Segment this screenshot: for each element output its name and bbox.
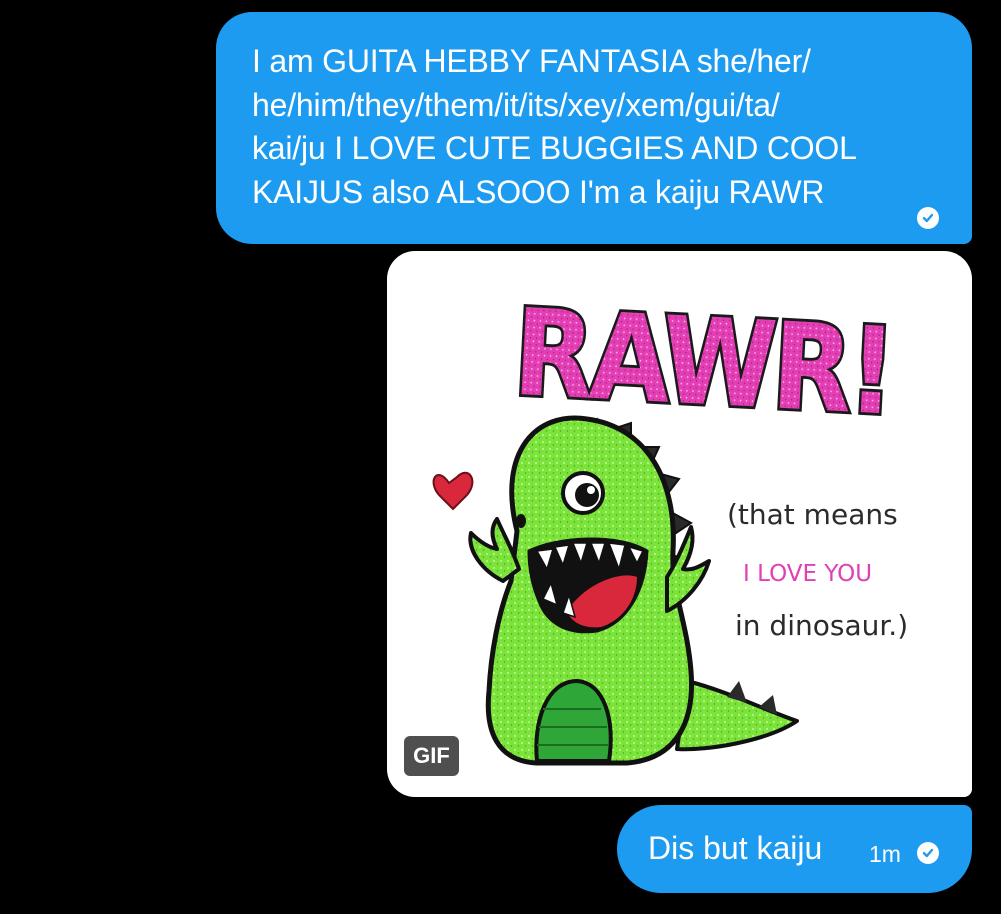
- message-text: I am GUITA HEBBY FANTASIA she/her/ he/hi…: [252, 43, 857, 210]
- message-bubble-bio[interactable]: I am GUITA HEBBY FANTASIA she/her/ he/hi…: [216, 12, 972, 244]
- sent-check-icon: [917, 842, 939, 864]
- gif-message[interactable]: RAWR! (that means I LOVE YOU in dinosaur…: [387, 251, 972, 797]
- caption-line-2: I LOVE YOU: [743, 561, 872, 587]
- message-bubble-reply[interactable]: Dis but kaiju 1m: [617, 805, 972, 893]
- rawr-dinosaur-image: RAWR! (that means I LOVE YOU in dinosaur…: [432, 281, 908, 766]
- chat-thread: I am GUITA HEBBY FANTASIA she/her/ he/hi…: [0, 0, 1001, 914]
- caption-line-3: in dinosaur.): [735, 609, 908, 642]
- message-timestamp: 1m: [869, 841, 901, 867]
- caption-line-1: (that means: [727, 498, 898, 531]
- sent-check-icon: [917, 207, 939, 229]
- message-text: Dis but kaiju: [648, 830, 823, 866]
- gif-badge: GIF: [404, 736, 459, 776]
